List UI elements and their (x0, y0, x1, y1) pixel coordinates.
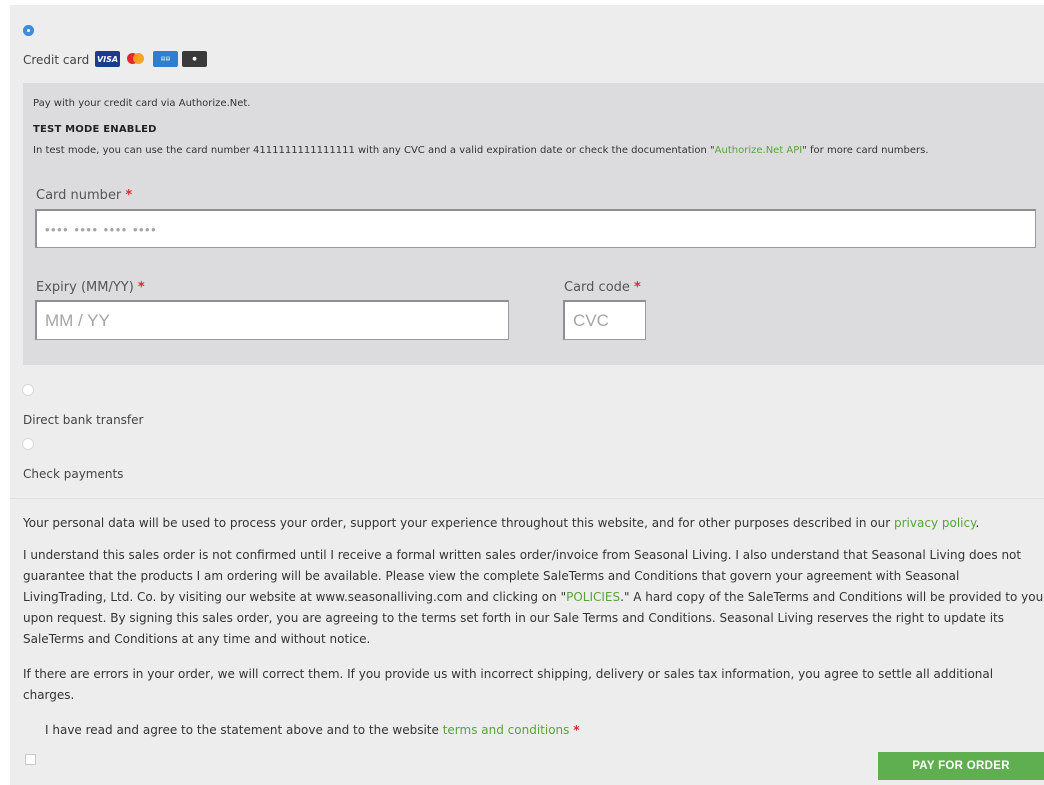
card-code-label-text: Card code (564, 280, 630, 295)
privacy-policy-link[interactable]: privacy policy (894, 516, 975, 530)
authorize-intro: Pay with your credit card via Authorize.… (33, 98, 251, 109)
errors-text: If there are errors in your order, we wi… (23, 667, 994, 702)
card-brand-icons: VISA ▤▤ ● (95, 51, 207, 67)
section-divider (10, 498, 1044, 499)
card-code-label: Card code * (564, 280, 641, 295)
card-number-label-text: Card number (36, 188, 122, 203)
card-number-label: Card number * (36, 188, 132, 203)
test-mode-title: TEST MODE ENABLED (33, 124, 157, 135)
sales-terms-text: I understand this sales order is not con… (23, 545, 1044, 650)
expiry-input[interactable]: MM / YY (35, 300, 509, 340)
card-number-input[interactable]: •••• •••• •••• •••• (35, 209, 1036, 248)
required-mark: * (125, 188, 133, 203)
expiry-label: Expiry (MM/YY) * (36, 280, 145, 295)
check-payments-label[interactable]: Check payments (23, 467, 123, 481)
agree-prefix: I have read and agree to the statement a… (45, 723, 443, 737)
agree-text: I have read and agree to the statement a… (45, 720, 945, 741)
required-mark: * (634, 280, 641, 295)
expiry-label-text: Expiry (MM/YY) (36, 280, 134, 295)
mastercard-icon (124, 51, 149, 67)
check-payments-radio[interactable] (22, 438, 34, 450)
visa-icon: VISA (95, 51, 120, 67)
card-code-input[interactable]: CVC (563, 300, 646, 340)
credit-card-label[interactable]: Credit card (23, 53, 89, 67)
amex-icon: ▤▤ (153, 51, 178, 67)
credit-card-radio[interactable] (23, 25, 34, 36)
privacy-text: Your personal data will be used to proce… (23, 513, 1044, 534)
pay-for-order-button[interactable]: PAY FOR ORDER (878, 752, 1044, 780)
required-mark: * (573, 723, 580, 737)
test-mode-text: In test mode, you can use the card numbe… (33, 145, 715, 156)
test-mode-suffix: " for more card numbers. (802, 145, 929, 156)
privacy-suffix: . (975, 516, 980, 530)
discover-icon: ● (182, 51, 207, 67)
test-mode-note: In test mode, you can use the card numbe… (33, 145, 929, 156)
bank-transfer-radio[interactable] (22, 384, 34, 396)
privacy-prefix: Your personal data will be used to proce… (23, 516, 894, 530)
terms-and-conditions-link[interactable]: terms and conditions (443, 723, 570, 737)
policies-link[interactable]: POLICIES (566, 590, 620, 604)
authorize-api-link[interactable]: Authorize.Net API (715, 145, 803, 156)
required-mark: * (137, 280, 145, 295)
bank-transfer-label[interactable]: Direct bank transfer (23, 413, 143, 427)
terms-checkbox[interactable] (25, 754, 36, 765)
